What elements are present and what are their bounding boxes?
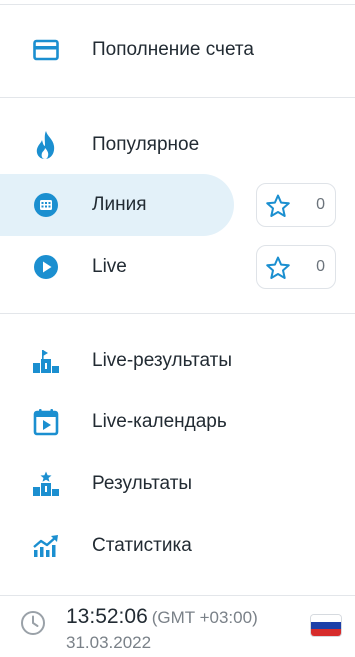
menu-item-label: Популярное [92, 134, 200, 155]
menu-item-label: Live-календарь [92, 411, 227, 432]
menu-item-live-calendar[interactable]: Live-календарь [0, 391, 355, 453]
calendar-play-icon [32, 408, 60, 436]
podium-star-icon [32, 470, 60, 498]
menu-item-live-results[interactable]: Live-результаты [0, 330, 355, 392]
divider [0, 97, 355, 98]
menu-item-label: Live-результаты [92, 350, 232, 371]
flame-icon [32, 131, 60, 159]
menu-item-label: Пополнение счета [92, 39, 254, 60]
menu-item-label: Live [92, 256, 127, 277]
live-favorites-button[interactable]: 0 [256, 245, 336, 289]
menu-item-label: Линия [92, 194, 147, 215]
navigation-drawer: Пополнение счета Популярное Линия 0 Live… [0, 0, 355, 657]
footer-clock-bar: 13:52:06 (GMT +03:00) 31.03.2022 [0, 596, 355, 657]
divider [0, 4, 355, 5]
divider [0, 313, 355, 314]
credit-card-icon [32, 36, 60, 64]
calendar-grid-icon [32, 191, 60, 219]
timezone: (GMT +03:00) [151, 608, 258, 627]
menu-item-live[interactable]: Live [0, 236, 240, 298]
menu-item-statistics[interactable]: Статистика [0, 515, 355, 577]
time-value: 13:52:06 [66, 605, 148, 628]
line-favorites-button[interactable]: 0 [256, 183, 336, 227]
russia-flag-icon[interactable] [311, 615, 341, 636]
star-icon [265, 255, 291, 281]
current-time: 13:52:06 (GMT +03:00) [66, 605, 258, 629]
menu-item-topup[interactable]: Пополнение счета [0, 19, 355, 81]
clock-icon [20, 610, 46, 636]
chart-trend-icon [32, 532, 60, 560]
menu-item-popular[interactable]: Популярное [0, 114, 355, 176]
favorites-count: 0 [316, 258, 325, 275]
menu-item-line[interactable]: Линия [0, 174, 240, 236]
menu-item-label: Результаты [92, 473, 193, 494]
favorites-count: 0 [316, 196, 325, 213]
podium-icon [32, 347, 60, 375]
menu-item-results[interactable]: Результаты [0, 453, 355, 515]
menu-item-label: Статистика [92, 535, 192, 556]
play-circle-icon [32, 253, 60, 281]
current-date: 31.03.2022 [66, 633, 152, 652]
star-icon [265, 193, 291, 219]
